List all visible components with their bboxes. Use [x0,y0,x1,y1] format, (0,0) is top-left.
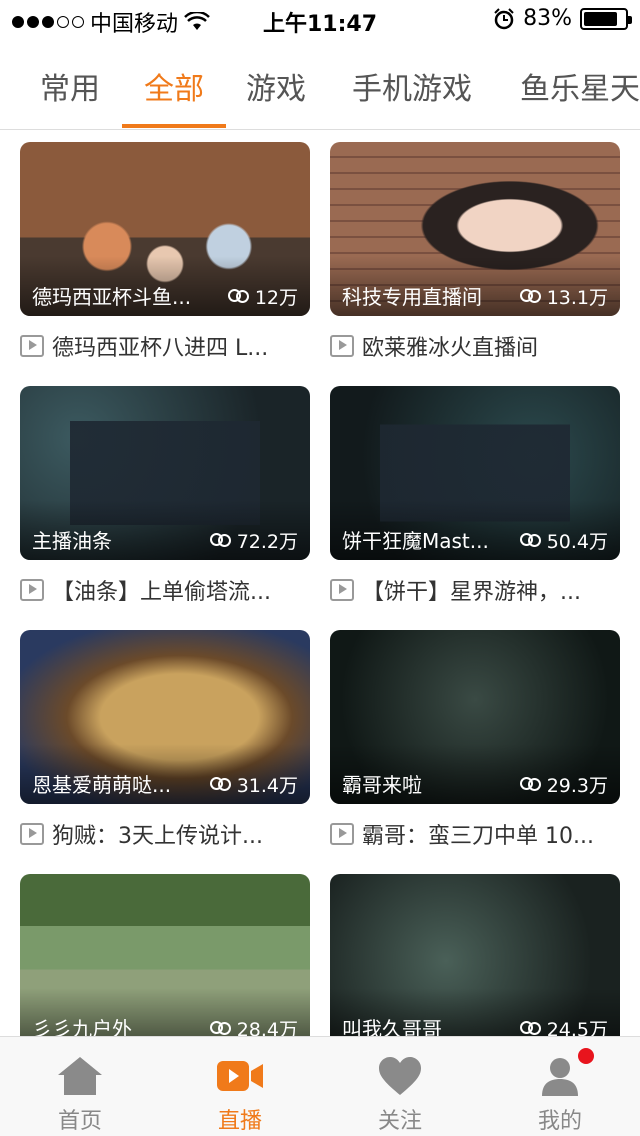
viewer-count: 29.3万 [519,771,608,798]
viewer-count: 28.4万 [209,1015,298,1037]
viewer-count: 13.1万 [519,283,608,310]
status-bar: 中国移动 上午11:47 83% [0,0,640,40]
room-thumbnail[interactable]: 叫我久哥哥 24.5万 [330,874,620,1036]
live-room-card[interactable]: 主播油条 72.2万 【油条】上单偷塔流... [20,386,310,606]
live-room-card[interactable]: 德玛西亚杯斗鱼... 12万 德玛西亚杯八进四 L... [20,142,310,362]
viewers-icon [227,288,250,305]
heart-icon [379,1057,421,1095]
active-tab-indicator [122,124,226,128]
room-thumbnail[interactable]: 饼干狂魔Mast... 50.4万 [330,386,620,560]
battery-icon [580,7,632,30]
nav-follow-label: 关注 [377,1109,422,1134]
viewer-count: 50.4万 [519,527,608,554]
tv-icon [330,823,354,845]
viewers-icon [209,1020,232,1037]
live-room-grid: 德玛西亚杯斗鱼... 12万 德玛西亚杯八进四 L... 科技专用直播间 13.… [0,130,640,1036]
battery-percent: 83% [523,6,572,31]
nav-home[interactable]: 首页 [0,1037,160,1136]
room-title: 狗贼：3天上传说计... [52,824,263,849]
nav-live-label: 直播 [217,1109,262,1134]
live-room-card[interactable]: 饼干狂魔Mast... 50.4万 【饼干】星界游神，... [330,386,620,606]
nav-home-label: 首页 [57,1109,102,1134]
video-camera-icon [217,1061,263,1091]
live-room-card[interactable]: 叫我久哥哥 24.5万 [330,874,620,1036]
tab-fun-stars[interactable]: 鱼乐星天 [520,64,640,108]
live-room-card[interactable]: 恩基爱萌萌哒... 31.4万 狗贼：3天上传说计... [20,630,310,850]
tab-common[interactable]: 常用 [40,64,100,108]
live-room-card[interactable]: 霸哥来啦 29.3万 霸哥：蛮三刀中单 10... [330,630,620,850]
room-title: 【饼干】星界游神，... [362,580,581,605]
anchor-name: 饼干狂魔Mast... [342,529,489,553]
viewers-icon [519,532,542,549]
bottom-tab-bar: 首页 直播 关注 我的 [0,1036,640,1136]
viewer-count: 24.5万 [519,1015,608,1037]
anchor-name: 主播油条 [32,529,112,553]
anchor-name: 恩基爱萌萌哒... [32,773,172,797]
tv-icon [330,335,354,357]
live-room-card[interactable]: 科技专用直播间 13.1万 欧莱雅冰火直播间 [330,142,620,362]
tv-icon [20,579,44,601]
tv-icon [20,823,44,845]
room-thumbnail[interactable]: 彡彡九户外 28.4万 [20,874,310,1036]
tab-mobile-games[interactable]: 手机游戏 [352,64,472,108]
room-thumbnail[interactable]: 恩基爱萌萌哒... 31.4万 [20,630,310,804]
home-icon [58,1057,102,1095]
room-thumbnail[interactable]: 德玛西亚杯斗鱼... 12万 [20,142,310,316]
anchor-name: 叫我久哥哥 [342,1017,442,1036]
nav-live[interactable]: 直播 [160,1037,320,1136]
alarm-clock-icon [494,7,514,29]
room-thumbnail[interactable]: 科技专用直播间 13.1万 [330,142,620,316]
viewers-icon [519,776,542,793]
tab-games[interactable]: 游戏 [246,64,306,108]
tv-icon [20,335,44,357]
viewers-icon [209,776,232,793]
tab-all[interactable]: 全部 [144,64,204,108]
user-icon [542,1058,578,1096]
anchor-name: 科技专用直播间 [342,285,482,309]
room-title: 【油条】上单偷塔流... [52,580,271,605]
room-thumbnail[interactable]: 主播油条 72.2万 [20,386,310,560]
room-title: 德玛西亚杯八进四 L... [52,336,269,361]
viewers-icon [519,288,542,305]
notification-badge [578,1048,594,1064]
tv-icon [330,579,354,601]
live-room-card[interactable]: 彡彡九户外 28.4万 [20,874,310,1036]
room-title: 霸哥：蛮三刀中单 10... [362,824,594,849]
viewer-count: 72.2万 [209,527,298,554]
anchor-name: 彡彡九户外 [32,1017,132,1036]
nav-follow[interactable]: 关注 [320,1037,480,1136]
category-tabs: 常用 全部 游戏 手机游戏 鱼乐星天 [0,40,640,130]
nav-me[interactable]: 我的 [480,1037,640,1136]
anchor-name: 德玛西亚杯斗鱼... [32,285,192,309]
viewer-count: 31.4万 [209,771,298,798]
viewers-icon [209,532,232,549]
viewers-icon [519,1020,542,1037]
room-thumbnail[interactable]: 霸哥来啦 29.3万 [330,630,620,804]
anchor-name: 霸哥来啦 [342,773,422,797]
room-title: 欧莱雅冰火直播间 [362,336,539,361]
viewer-count: 12万 [227,283,298,310]
nav-me-label: 我的 [537,1109,582,1134]
